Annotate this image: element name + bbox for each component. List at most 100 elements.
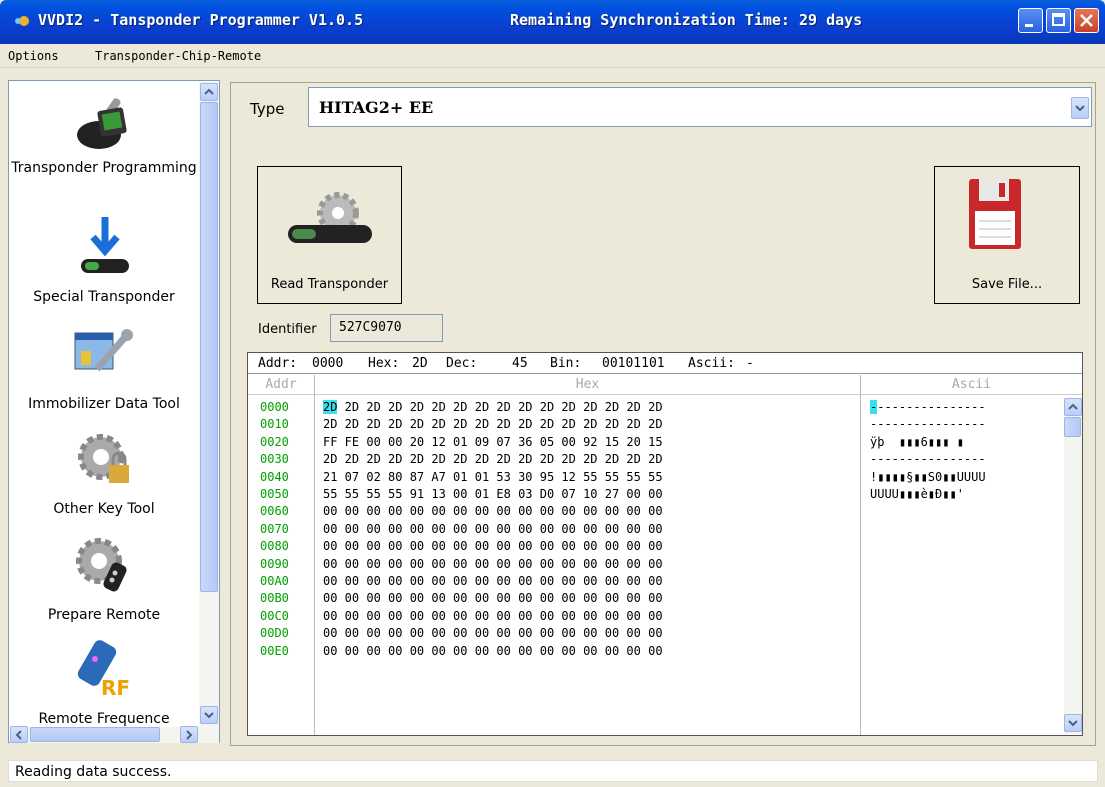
read-transponder-button[interactable]: Read Transponder xyxy=(257,166,402,304)
sidebar-horizontal-scrollbar[interactable] xyxy=(10,726,219,743)
sidebar-item-immobilizer-data-tool[interactable] xyxy=(9,317,199,387)
dec-status-label: Dec: xyxy=(446,356,478,371)
hex-row-bytes[interactable]: 00 00 00 00 00 00 00 00 00 00 00 00 00 0… xyxy=(323,538,863,555)
hex-row-address: 00B0 xyxy=(260,591,289,606)
hex-scroll-thumb[interactable] xyxy=(1064,417,1081,437)
hex-row-bytes[interactable]: 00 00 00 00 00 00 00 00 00 00 00 00 00 0… xyxy=(323,503,863,520)
hex-column-header: Hex xyxy=(315,375,860,395)
menu-transponder-chip-remote[interactable]: Transponder-Chip-Remote xyxy=(95,49,261,63)
hex-row-bytes[interactable]: 2D 2D 2D 2D 2D 2D 2D 2D 2D 2D 2D 2D 2D 2… xyxy=(323,416,863,433)
hex-row-bytes[interactable]: FF FE 00 00 20 12 01 09 07 36 05 00 92 1… xyxy=(323,434,863,451)
hex-row-bytes[interactable]: 2D 2D 2D 2D 2D 2D 2D 2D 2D 2D 2D 2D 2D 2… xyxy=(323,399,863,416)
status-bar: Reading data success. xyxy=(8,760,1098,782)
ascii-status-label: Ascii: xyxy=(688,356,735,371)
hex-row-bytes[interactable]: 00 00 00 00 00 00 00 00 00 00 00 00 00 0… xyxy=(323,608,863,625)
hex-row-address: 0030 xyxy=(260,452,289,467)
hex-scroll-up-button[interactable] xyxy=(1064,398,1082,416)
hex-scroll-down-button[interactable] xyxy=(1064,714,1082,732)
hex-row-bytes[interactable]: 00 00 00 00 00 00 00 00 00 00 00 00 00 0… xyxy=(323,573,863,590)
close-button[interactable] xyxy=(1074,8,1099,33)
menu-bar: Options Transponder-Chip-Remote xyxy=(0,44,1105,68)
sidebar-label-other-key-tool: Other Key Tool xyxy=(53,501,155,517)
scroll-down-button[interactable] xyxy=(200,706,218,724)
svg-text:RF: RF xyxy=(101,676,130,700)
chevron-down-icon xyxy=(204,712,214,719)
ascii-row[interactable] xyxy=(870,503,1065,520)
selected-byte[interactable]: 2D xyxy=(323,400,338,414)
window-title: VVDI2 - Tansponder Programmer V1.0.5 xyxy=(38,11,364,29)
key-reader-icon xyxy=(77,98,127,149)
hex-row-address: 00A0 xyxy=(260,574,289,588)
hex-row-address: 0070 xyxy=(260,521,289,536)
hex-row-address: 00D0 xyxy=(260,626,289,641)
hex-status-line: Addr: 0000 Hex: 2D Dec: 45 Bin: 00101101… xyxy=(248,353,1082,374)
identifier-field[interactable]: 527C9070 xyxy=(330,314,443,342)
sidebar-item-special-transponder[interactable] xyxy=(9,209,199,289)
hex-row-address: 0020 xyxy=(260,434,289,449)
sidebar-label-immobilizer-data-tool: Immobilizer Data Tool xyxy=(28,396,180,412)
ascii-row[interactable]: ---------------- xyxy=(870,416,1065,433)
addr-status-label: Addr: xyxy=(258,356,298,371)
ascii-row[interactable]: !▮▮▮▮§▮▮S0▮▮UUUU xyxy=(870,469,1065,486)
ascii-row[interactable] xyxy=(870,643,1065,660)
chevron-down-icon xyxy=(1075,105,1085,112)
ascii-row[interactable]: ---------------- xyxy=(870,399,1065,416)
minimize-icon xyxy=(1025,24,1033,27)
maximize-button[interactable] xyxy=(1046,8,1071,33)
ascii-row[interactable] xyxy=(870,556,1065,573)
app-icon xyxy=(15,16,29,26)
hex-vertical-scrollbar[interactable] xyxy=(1064,398,1082,734)
ascii-column-header: Ascii xyxy=(861,375,1082,395)
hex-status-value: 2D xyxy=(412,356,428,371)
ascii-row[interactable] xyxy=(870,608,1065,625)
sidebar-hscroll-thumb[interactable] xyxy=(30,727,160,742)
hex-row-remaining-bytes: 2D 2D 2D 2D 2D 2D 2D 2D 2D 2D 2D 2D 2D 2… xyxy=(337,400,663,414)
sidebar-scroll-thumb[interactable] xyxy=(200,102,218,592)
menu-options[interactable]: Options xyxy=(8,49,59,63)
addr-status-value: 0000 xyxy=(312,356,344,371)
chevron-up-icon xyxy=(1068,403,1078,410)
hex-row-bytes[interactable]: 21 07 02 80 87 A7 01 01 53 30 95 12 55 5… xyxy=(323,469,863,486)
sidebar-item-remote-frequence[interactable]: RF xyxy=(9,633,199,711)
minimize-button[interactable] xyxy=(1018,8,1043,33)
close-icon xyxy=(1080,14,1093,27)
rf-remote-icon: RF xyxy=(77,640,130,700)
chevron-up-icon xyxy=(204,88,214,95)
hex-row-bytes[interactable]: 00 00 00 00 00 00 00 00 00 00 00 00 00 0… xyxy=(323,556,863,573)
sidebar-vertical-scrollbar[interactable] xyxy=(199,82,219,727)
scroll-up-button[interactable] xyxy=(200,83,218,101)
hex-row-address: 0010 xyxy=(260,417,289,432)
hex-row-bytes[interactable]: 00 00 00 00 00 00 00 00 00 00 00 00 00 0… xyxy=(323,521,863,538)
ascii-row-remaining: --------------- xyxy=(877,400,986,414)
ascii-row[interactable] xyxy=(870,573,1065,590)
scroll-left-button[interactable] xyxy=(10,726,28,743)
ascii-row[interactable]: ÿþ ▮▮▮6▮▮▮ ▮ xyxy=(870,434,1065,451)
hex-row-bytes[interactable]: 00 00 00 00 00 00 00 00 00 00 00 00 00 0… xyxy=(323,643,863,660)
hex-row-bytes[interactable]: 00 00 00 00 00 00 00 00 00 00 00 00 00 0… xyxy=(323,625,863,642)
save-file-button[interactable]: Save File... xyxy=(934,166,1080,304)
sync-time: Remaining Synchronization Time: 29 days xyxy=(510,11,863,29)
hex-editor[interactable]: Addr: 0000 Hex: 2D Dec: 45 Bin: 00101101… xyxy=(247,352,1083,736)
sidebar-label-remote-frequence: Remote Frequence xyxy=(38,711,170,727)
sidebar-item-prepare-remote[interactable] xyxy=(9,529,199,605)
chevron-right-icon xyxy=(186,730,193,740)
type-dropdown-button[interactable] xyxy=(1071,97,1089,119)
type-label: Type xyxy=(250,100,285,118)
dec-status-value: 45 xyxy=(512,356,528,371)
ascii-row[interactable]: UUUU▮▮▮è▮Ð▮▮' xyxy=(870,486,1065,503)
ascii-row[interactable] xyxy=(870,521,1065,538)
ascii-row[interactable] xyxy=(870,590,1065,607)
hex-row-bytes[interactable]: 2D 2D 2D 2D 2D 2D 2D 2D 2D 2D 2D 2D 2D 2… xyxy=(323,451,863,468)
chevron-left-icon xyxy=(15,730,22,740)
type-select[interactable]: HITAG2+ EE xyxy=(308,87,1092,127)
ascii-row[interactable]: ---------------- xyxy=(870,451,1065,468)
hex-row-address: 0000 xyxy=(260,400,289,414)
hex-row-bytes[interactable]: 55 55 55 55 91 13 00 01 E8 03 D0 07 10 2… xyxy=(323,486,863,503)
hex-row-address: 0060 xyxy=(260,504,289,519)
hex-row-bytes[interactable]: 00 00 00 00 00 00 00 00 00 00 00 00 00 0… xyxy=(323,590,863,607)
ascii-row[interactable] xyxy=(870,538,1065,555)
sidebar-item-other-key-tool[interactable] xyxy=(9,423,199,498)
ascii-row[interactable] xyxy=(870,625,1065,642)
gear-lock-icon xyxy=(78,434,129,483)
scroll-right-button[interactable] xyxy=(180,726,198,743)
